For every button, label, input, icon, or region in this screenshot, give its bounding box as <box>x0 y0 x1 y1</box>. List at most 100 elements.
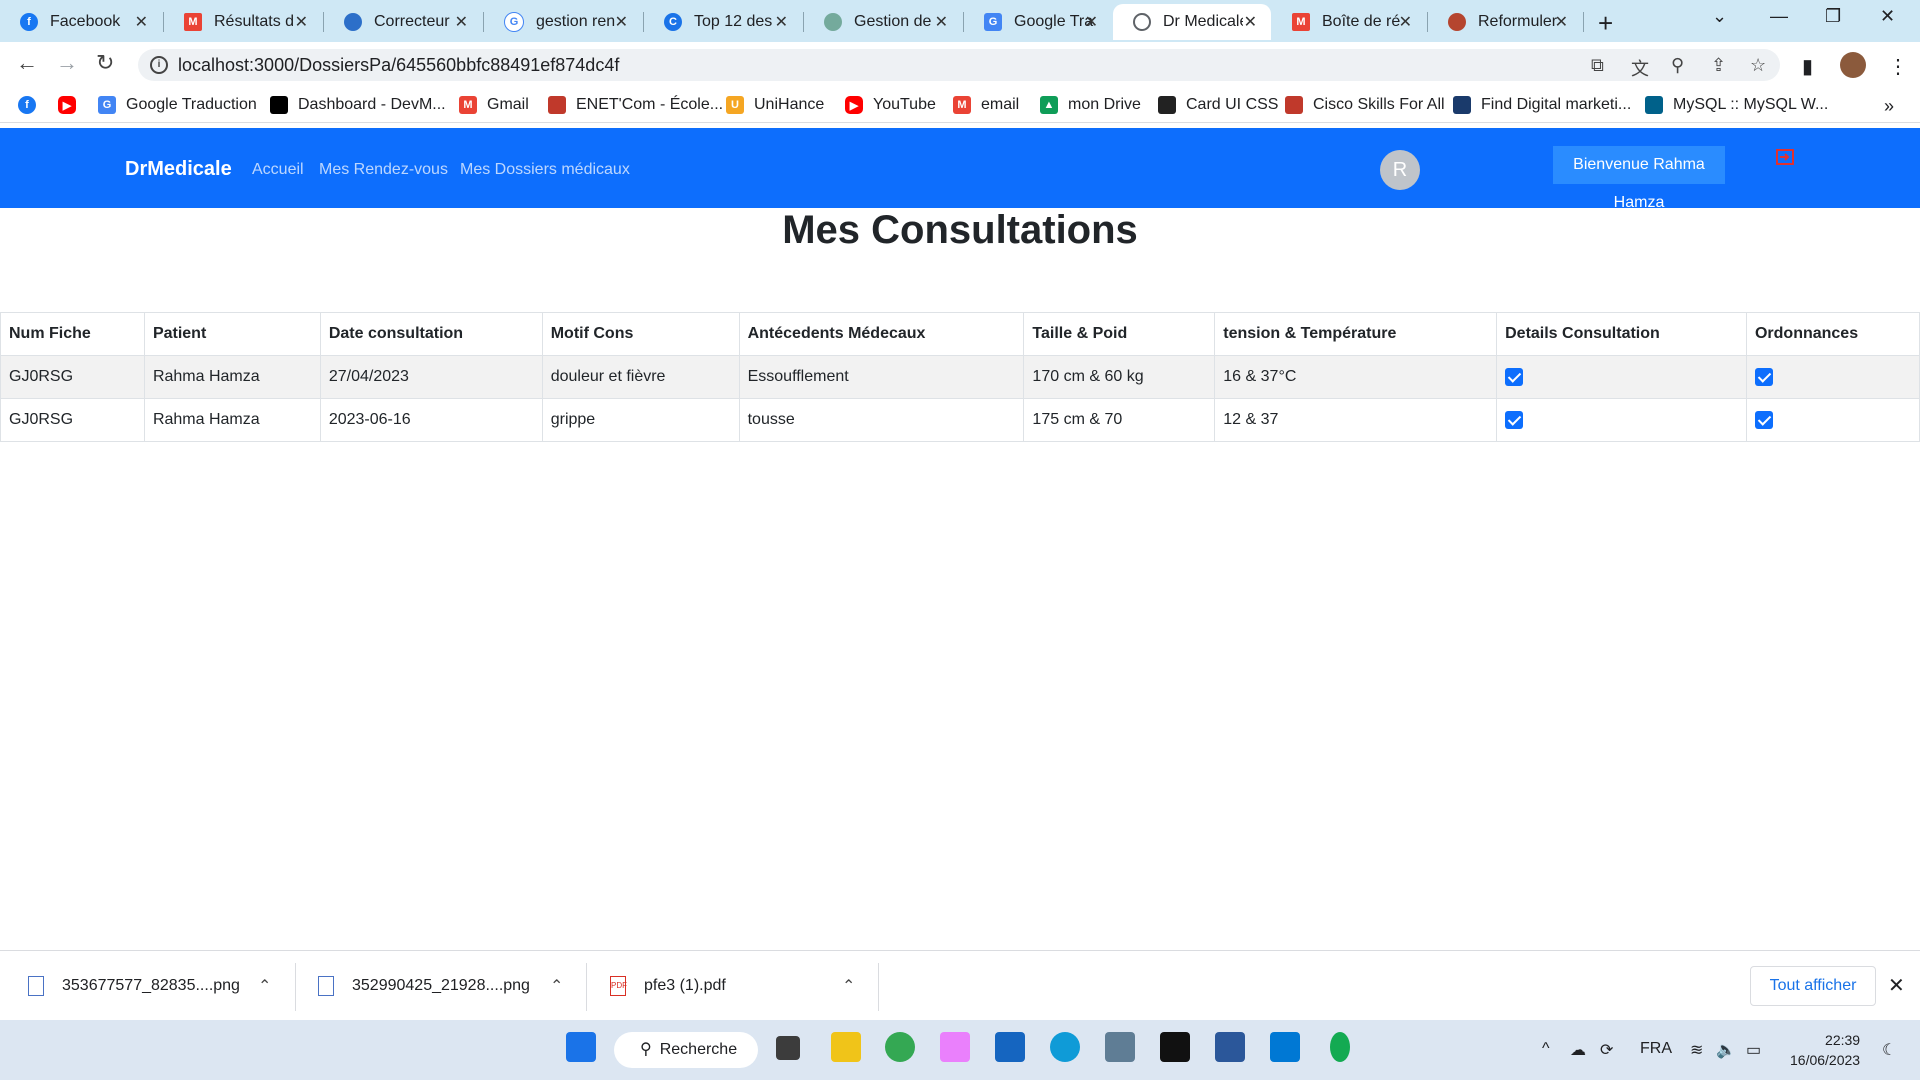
app-icon[interactable] <box>940 1032 970 1062</box>
side-panel-icon[interactable]: ▮ <box>1802 54 1813 79</box>
terminal-icon[interactable] <box>1160 1032 1190 1062</box>
bookmark-unihance[interactable]: U UniHance <box>726 96 824 114</box>
user-avatar[interactable]: R <box>1380 150 1420 190</box>
taskbar-search[interactable]: ⚲ Recherche <box>614 1032 758 1068</box>
bookmark-cisco[interactable]: Cisco Skills For All <box>1285 96 1445 114</box>
close-icon[interactable]: ✕ <box>295 12 308 32</box>
language-indicator[interactable]: FRA <box>1640 1040 1672 1058</box>
bookmark-facebook[interactable]: f <box>18 96 46 114</box>
vscode-icon[interactable] <box>1270 1032 1300 1062</box>
close-icon[interactable]: ✕ <box>455 12 468 32</box>
tab-search-chevron-icon[interactable]: ⌄ <box>1712 6 1727 27</box>
bookmark-youtube[interactable]: ▶ <box>58 96 86 114</box>
system-clock[interactable]: 22:39 16/06/2023 <box>1790 1030 1860 1070</box>
profile-avatar[interactable] <box>1840 52 1866 78</box>
new-tab-plus-icon[interactable]: + <box>1598 8 1613 39</box>
bookmark-card-ui[interactable]: Card UI CSS <box>1158 96 1278 114</box>
tab-gestion-ren[interactable]: G gestion ren ✕ <box>484 4 642 40</box>
tab-facebook[interactable]: f Facebook ✕ <box>0 4 162 40</box>
reload-icon[interactable]: ↻ <box>96 50 114 76</box>
back-arrow-icon[interactable]: ← <box>16 50 38 76</box>
minimize-icon[interactable]: — <box>1770 6 1788 27</box>
forward-arrow-icon[interactable]: → <box>56 50 78 76</box>
wifi-icon[interactable]: ≋ <box>1690 1040 1703 1060</box>
close-icon[interactable]: ✕ <box>615 12 628 32</box>
store-icon[interactable] <box>995 1032 1025 1062</box>
site-info-icon[interactable]: i <box>150 56 168 74</box>
file-explorer-icon[interactable] <box>831 1032 861 1062</box>
cloud-icon[interactable]: ☁ <box>1570 1040 1586 1060</box>
ordonnances-checkbox[interactable] <box>1754 410 1773 429</box>
close-icon[interactable]: ✕ <box>775 12 788 32</box>
translate-icon[interactable]: 文 <box>1631 55 1649 81</box>
bookmark-star-icon[interactable]: ☆ <box>1750 55 1766 76</box>
edge-icon[interactable] <box>1050 1032 1080 1062</box>
open-external-icon[interactable]: ⧉ <box>1591 55 1604 76</box>
ordonnances-checkbox[interactable] <box>1754 367 1773 386</box>
bookmark-digital[interactable]: Find Digital marketi... <box>1453 96 1631 114</box>
download-item[interactable]: 353677577_82835....png ⌃ <box>28 951 288 1021</box>
tab-dr-medicale[interactable]: Dr Medicale ✕ <box>1113 4 1271 40</box>
bookmark-mysql[interactable]: MySQL :: MySQL W... <box>1645 96 1828 114</box>
download-item[interactable]: 352990425_21928....png ⌃ <box>318 951 578 1021</box>
google-icon: G <box>504 12 524 32</box>
nav-link-rendez-vous[interactable]: Mes Rendez-vous <box>319 161 448 179</box>
bookmark-dashboard[interactable]: Dashboard - DevM... <box>270 96 446 114</box>
nav-link-dossiers[interactable]: Mes Dossiers médicaux <box>460 161 630 179</box>
zoom-icon[interactable]: ⚲ <box>1671 55 1684 76</box>
url-text[interactable]: localhost:3000/DossiersPa/645560bbfc8849… <box>178 55 619 76</box>
tab-correcteur[interactable]: Correcteur ✕ <box>324 4 482 40</box>
share-icon[interactable]: ⇪ <box>1711 55 1726 76</box>
details-checkbox[interactable] <box>1505 367 1524 386</box>
tab-gestion-de[interactable]: Gestion de ✕ <box>804 4 962 40</box>
cell-tension-temp: 16 & 37°C <box>1214 355 1498 399</box>
tab-google-translate[interactable]: G Google Trac ✕ <box>964 4 1112 40</box>
bookmark-google-traduction[interactable]: G Google Traduction <box>98 96 257 114</box>
facebook-icon: f <box>20 13 38 31</box>
bookmark-gmail[interactable]: M Gmail <box>459 96 529 114</box>
chevron-up-icon[interactable]: ⌃ <box>258 976 271 996</box>
chevron-up-icon[interactable]: ⌃ <box>550 976 563 996</box>
bookmark-email[interactable]: Memail <box>953 96 1019 114</box>
tab-reformuler[interactable]: Reformuler ✕ <box>1428 4 1582 40</box>
download-item[interactable]: PDF pfe3 (1).pdf ⌃ <box>610 951 870 1021</box>
bookmark-youtube-2[interactable]: ▶ YouTube <box>845 96 936 114</box>
close-icon[interactable]: ✕ <box>135 12 148 32</box>
close-icon[interactable]: ✕ <box>1399 12 1412 32</box>
mongodb-icon[interactable] <box>1330 1032 1350 1062</box>
battery-icon[interactable]: ▭ <box>1746 1040 1761 1060</box>
chevron-up-icon[interactable]: ^ <box>1542 1040 1550 1058</box>
bookmark-enetcom[interactable]: ENET'Com - École... <box>548 96 723 114</box>
tab-top12[interactable]: C Top 12 des ✕ <box>644 4 802 40</box>
tab-boite[interactable]: M Boîte de ré ✕ <box>1272 4 1426 40</box>
bookmark-mon-drive[interactable]: ▲ mon Drive <box>1040 96 1141 114</box>
chrome-icon[interactable] <box>885 1032 915 1062</box>
chevron-up-icon[interactable]: ⌃ <box>842 976 855 996</box>
details-checkbox[interactable] <box>1505 410 1524 429</box>
volume-icon[interactable]: 🔈 <box>1716 1040 1736 1060</box>
show-all-downloads-button[interactable]: Tout afficher <box>1750 966 1876 1006</box>
brand-logo[interactable]: DrMedicale <box>125 158 232 181</box>
close-downloads-icon[interactable]: ✕ <box>1888 973 1905 998</box>
more-bookmarks-icon[interactable]: » <box>1884 96 1894 117</box>
close-icon[interactable]: ✕ <box>1085 12 1098 32</box>
gmail-icon: M <box>1292 13 1310 31</box>
windows-taskbar: ⚲ Recherche ^ ☁ ⟳ FRA ≋ 🔈 ▭ 22:39 16/06/2… <box>0 1020 1920 1080</box>
task-view-icon[interactable] <box>776 1036 800 1060</box>
close-icon[interactable]: ✕ <box>1555 12 1568 32</box>
close-icon[interactable]: ✕ <box>1244 12 1257 32</box>
sync-icon[interactable]: ⟳ <box>1600 1040 1613 1060</box>
word-icon[interactable] <box>1215 1032 1245 1062</box>
tab-resultats[interactable]: M Résultats de ✕ <box>164 4 322 40</box>
address-bar[interactable]: i localhost:3000/DossiersPa/645560bbfc88… <box>138 49 1780 81</box>
restore-icon[interactable]: ❐ <box>1825 6 1841 27</box>
network-app-icon[interactable] <box>1105 1032 1135 1062</box>
close-window-icon[interactable]: ✕ <box>1880 6 1895 27</box>
close-icon[interactable]: ✕ <box>935 12 948 32</box>
menu-dots-icon[interactable]: ⋮ <box>1888 54 1908 79</box>
nav-link-accueil[interactable]: Accueil <box>252 161 304 179</box>
notification-moon-icon[interactable]: ☾ <box>1882 1040 1896 1060</box>
windows-start-icon[interactable] <box>566 1032 596 1062</box>
logout-icon[interactable] <box>1776 149 1794 165</box>
welcome-button[interactable]: Bienvenue Rahma Hamza <box>1553 146 1725 211</box>
